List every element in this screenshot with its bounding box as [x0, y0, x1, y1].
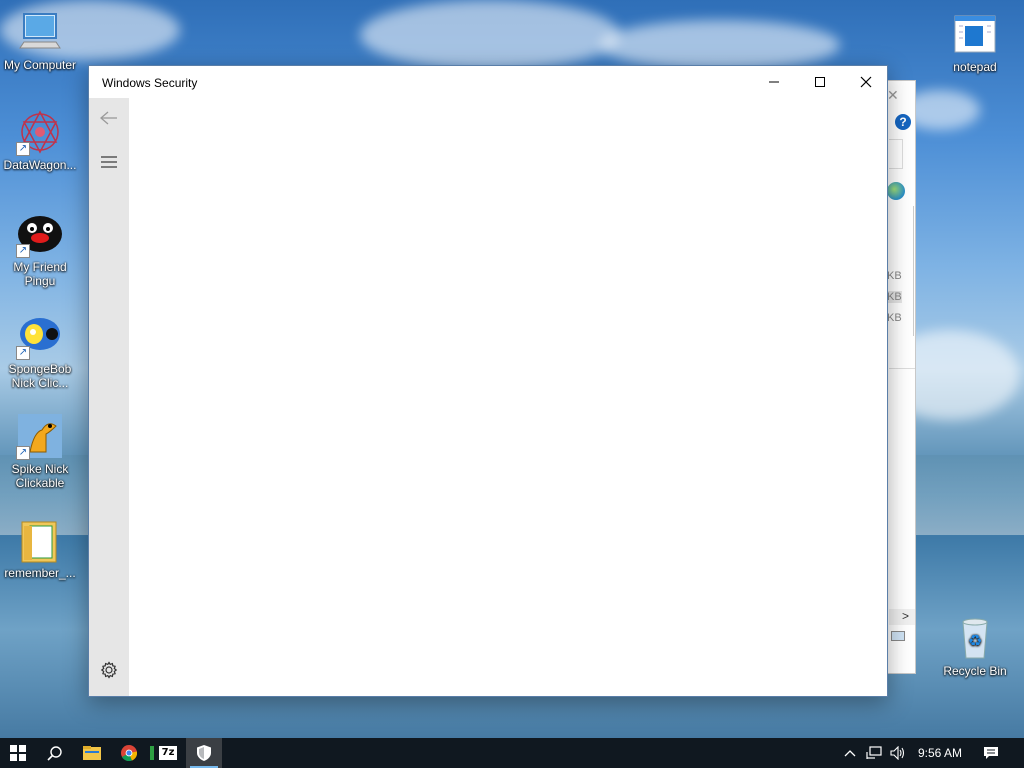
- svg-text:♻: ♻: [968, 631, 982, 650]
- desktop-icon-label: SpongeBob Nick Clic...: [8, 362, 72, 390]
- navigation-sidebar: [89, 98, 129, 696]
- hamburger-menu-icon: [101, 156, 117, 168]
- datawagon-icon: ↗: [16, 108, 64, 156]
- windows-security-window[interactable]: Windows Security: [88, 65, 888, 697]
- address-field[interactable]: [889, 139, 903, 169]
- file-size: KB: [887, 291, 902, 303]
- desktop-icon-label: Spike Nick Clickable: [11, 462, 69, 490]
- desktop-icon-notepad[interactable]: notepad: [935, 10, 1015, 74]
- 7zip-button[interactable]: 7z: [150, 738, 186, 768]
- volume-button[interactable]: [888, 738, 908, 768]
- windows-security-taskbar-button[interactable]: [186, 738, 222, 768]
- file-size: KB: [887, 270, 902, 282]
- desktop-icon-spongebob[interactable]: ↗ SpongeBob Nick Clic...: [0, 312, 80, 390]
- desktop-icon-label: notepad: [953, 60, 997, 74]
- title-bar[interactable]: Windows Security: [89, 66, 887, 98]
- spike-icon: ↗: [16, 412, 64, 460]
- desktop-icon-remember[interactable]: remember_...: [0, 516, 80, 580]
- main-content-area: [129, 98, 887, 696]
- minimize-button[interactable]: [751, 66, 797, 98]
- speaker-icon: [890, 746, 905, 760]
- folder-icon: [16, 516, 64, 564]
- clock[interactable]: 9:56 AM: [912, 746, 968, 760]
- help-icon[interactable]: ?: [895, 114, 911, 130]
- globe-icon: [887, 182, 905, 200]
- chevron-up-icon: [844, 750, 856, 757]
- network-icon: [866, 746, 882, 759]
- close-icon: [860, 76, 872, 88]
- taskbar: 7z 9:56 AM: [0, 738, 1024, 768]
- scroll-right-icon[interactable]: >: [902, 609, 909, 623]
- spongebob-icon: ↗: [16, 312, 64, 360]
- menu-button[interactable]: [89, 142, 129, 182]
- action-center-button[interactable]: [980, 738, 1002, 768]
- maximize-icon: [815, 77, 825, 87]
- search-button[interactable]: [37, 738, 73, 768]
- file-explorer-button[interactable]: [74, 738, 110, 768]
- close-button[interactable]: [843, 66, 889, 98]
- shortcut-arrow-icon: ↗: [16, 446, 30, 460]
- desktop-icon-label: remember_...: [4, 566, 76, 580]
- 7zip-icon: 7z: [159, 746, 177, 760]
- pingu-icon: ↗: [16, 210, 64, 258]
- running-indicator: [150, 746, 154, 760]
- back-arrow-icon: [100, 111, 117, 125]
- divider: [889, 368, 915, 369]
- desktop-icon-recycle-bin[interactable]: ♻ Recycle Bin: [935, 614, 1015, 678]
- maximize-button[interactable]: [797, 66, 843, 98]
- folder-icon: [83, 746, 101, 760]
- desktop-icon-spike[interactable]: ↗ Spike Nick Clickable: [0, 412, 80, 490]
- shortcut-arrow-icon: ↗: [16, 346, 30, 360]
- window-title: Windows Security: [102, 76, 198, 90]
- search-icon: [47, 746, 62, 761]
- desktop-icon-label: My Friend Pingu: [13, 260, 67, 288]
- settings-button[interactable]: [89, 650, 129, 690]
- view-details-icon[interactable]: [891, 631, 905, 641]
- minimize-icon: [769, 81, 779, 83]
- horizontal-scrollbar[interactable]: >: [889, 609, 915, 625]
- desktop-icon-label: DataWagon...: [3, 158, 77, 172]
- desktop-icon-label: Recycle Bin: [943, 664, 1007, 678]
- divider: [913, 206, 914, 336]
- computer-icon: [16, 8, 64, 56]
- shortcut-arrow-icon: ↗: [16, 244, 30, 258]
- desktop-icon-datawagon[interactable]: ↗ DataWagon...: [0, 108, 80, 172]
- network-button[interactable]: [864, 738, 884, 768]
- notepad-icon: [951, 10, 999, 58]
- windows-logo-icon: [10, 745, 26, 761]
- start-button[interactable]: [0, 738, 36, 768]
- shortcut-arrow-icon: ↗: [16, 142, 30, 156]
- desktop-icon-label: My Computer: [3, 58, 77, 72]
- desktop-icon-pingu[interactable]: ↗ My Friend Pingu: [0, 210, 80, 288]
- show-hidden-icons-button[interactable]: [842, 738, 858, 768]
- recycle-bin-icon: ♻: [951, 614, 999, 662]
- desktop-icon-my-computer[interactable]: My Computer: [0, 8, 80, 72]
- chrome-button[interactable]: [111, 738, 147, 768]
- gear-icon: [100, 661, 118, 679]
- notifications-icon: [984, 747, 998, 759]
- file-size: KB: [887, 312, 902, 324]
- back-button[interactable]: [89, 98, 129, 138]
- chrome-icon: [121, 745, 137, 761]
- shield-icon: [197, 745, 211, 761]
